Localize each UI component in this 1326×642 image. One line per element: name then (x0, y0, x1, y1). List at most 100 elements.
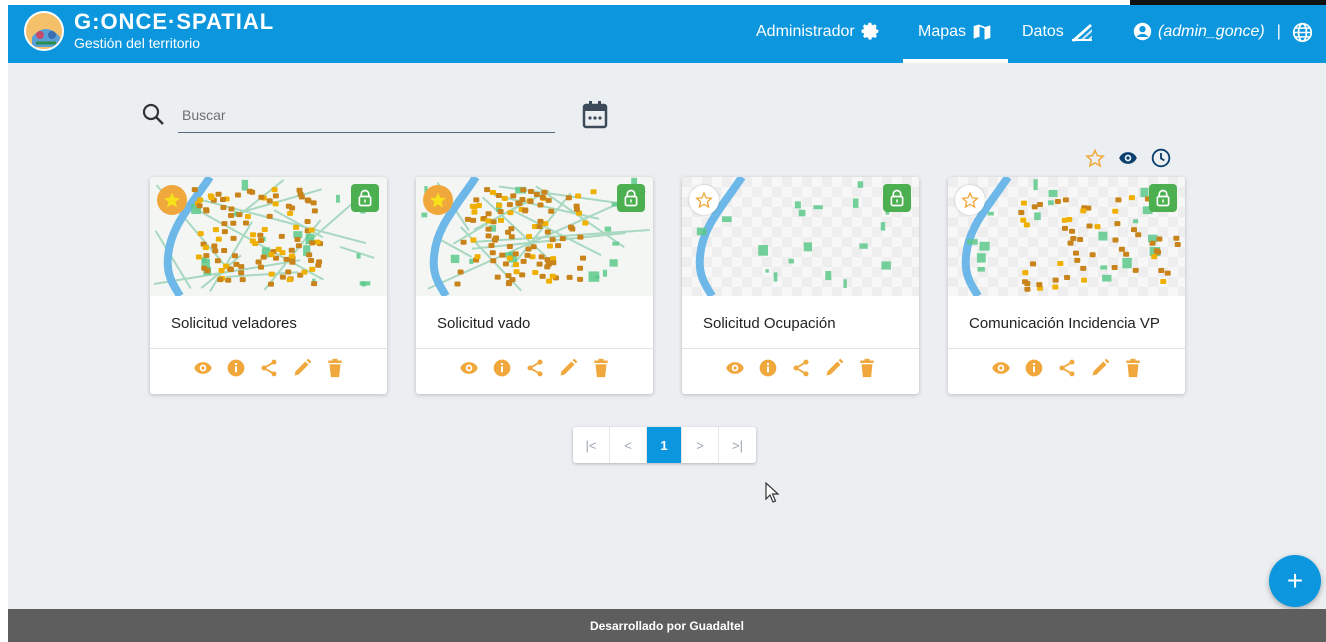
nav-maps-label: Mapas (918, 23, 967, 40)
star-outline-icon (695, 191, 713, 209)
card-actions (416, 357, 653, 379)
lock-badge (351, 184, 379, 212)
language-button[interactable] (1292, 22, 1313, 43)
search-icon (142, 103, 164, 125)
user-menu[interactable]: (admin_gonce) | (1133, 22, 1281, 41)
nav-admin[interactable]: Administrador (756, 22, 881, 42)
map-card[interactable]: Solicitud Ocupación (682, 177, 919, 394)
info-icon (492, 358, 512, 378)
favorite-toggle[interactable] (423, 185, 453, 215)
card-title[interactable]: Solicitud vado (437, 315, 530, 332)
share-icon (791, 358, 811, 378)
lock-badge (617, 184, 645, 212)
lock-badge (1149, 184, 1177, 212)
page-first-button[interactable]: |< (573, 427, 610, 463)
share-button[interactable] (524, 357, 546, 379)
eye-button[interactable] (724, 357, 746, 379)
card-actions (682, 357, 919, 379)
info-icon (226, 358, 246, 378)
nav-admin-label: Administrador (756, 23, 855, 40)
brand: G:ONCE·SPATIAL Gestión del territorio (74, 9, 274, 51)
share-button[interactable] (790, 357, 812, 379)
eye-button[interactable] (192, 357, 214, 379)
eye-icon (991, 358, 1011, 378)
mouse-cursor-icon (765, 482, 780, 503)
card-divider (682, 348, 919, 349)
trash-button[interactable] (856, 357, 878, 379)
card-title[interactable]: Solicitud veladores (171, 315, 297, 332)
card-title[interactable]: Solicitud Ocupación (703, 315, 836, 332)
pencil-button[interactable] (557, 357, 579, 379)
eye-icon (725, 358, 745, 378)
favorite-toggle[interactable] (689, 185, 719, 215)
page-prev-button[interactable]: < (610, 427, 647, 463)
card-title[interactable]: Comunicación Incidencia VP (969, 315, 1160, 332)
info-button[interactable] (757, 357, 779, 379)
pencil-icon (1090, 358, 1110, 378)
trash-icon (857, 358, 877, 378)
map-card[interactable]: Solicitud veladores (150, 177, 387, 394)
eye-button[interactable] (990, 357, 1012, 379)
trash-icon (325, 358, 345, 378)
app-logo-icon[interactable] (24, 11, 64, 51)
brand-name: G:ONCE·SPATIAL (74, 9, 275, 34)
eye-button[interactable] (458, 357, 480, 379)
favorite-toggle[interactable] (955, 185, 985, 215)
nav-active-indicator (903, 59, 1008, 63)
pencil-button[interactable] (1089, 357, 1111, 379)
trash-icon (591, 358, 611, 378)
card-actions (150, 357, 387, 379)
card-divider (150, 348, 387, 349)
pagination: |< < 1 > >| (573, 427, 756, 463)
share-button[interactable] (1056, 357, 1078, 379)
favorite-toggle[interactable] (157, 185, 187, 215)
top-header: G:ONCE·SPATIAL Gestión del territorio Ad… (8, 5, 1326, 63)
trash-icon (1123, 358, 1143, 378)
lock-icon (888, 189, 906, 207)
search-input[interactable] (178, 97, 555, 133)
star-filled-icon (163, 191, 181, 209)
map-card[interactable]: Solicitud vado (416, 177, 653, 394)
card-divider (416, 348, 653, 349)
map-icon (973, 24, 991, 40)
nav-maps[interactable]: Mapas (918, 22, 992, 42)
star-filled-icon (429, 191, 447, 209)
nav-data-label: Datos (1022, 23, 1064, 40)
page-last-button[interactable]: >| (719, 427, 756, 463)
app-frame: G:ONCE·SPATIAL Gestión del territorio Ad… (8, 5, 1326, 642)
info-button[interactable] (225, 357, 247, 379)
layers-data-icon (1071, 24, 1092, 42)
globe-icon (1292, 22, 1313, 43)
lock-icon (356, 189, 374, 207)
lock-badge (883, 184, 911, 212)
card-actions (948, 357, 1185, 379)
share-icon (259, 358, 279, 378)
nav-separator: | (1276, 22, 1281, 40)
add-map-button[interactable]: + (1269, 555, 1321, 607)
info-button[interactable] (491, 357, 513, 379)
page-next-button[interactable]: > (682, 427, 719, 463)
footer-text: Desarrollado por Guadaltel (589, 618, 745, 633)
trash-button[interactable] (324, 357, 346, 379)
trash-button[interactable] (1122, 357, 1144, 379)
clock-icon[interactable] (1151, 148, 1171, 168)
info-icon (1024, 358, 1044, 378)
share-icon (1057, 358, 1077, 378)
gear-icon (861, 22, 879, 40)
star-outline-icon[interactable] (1085, 148, 1105, 168)
calendar-icon[interactable] (581, 100, 609, 130)
eye-icon[interactable] (1117, 148, 1139, 168)
pencil-button[interactable] (291, 357, 313, 379)
page-current-button[interactable]: 1 (647, 427, 682, 463)
pencil-icon (558, 358, 578, 378)
nav-data[interactable]: Datos (1022, 22, 1094, 42)
map-card[interactable]: Comunicación Incidencia VP (948, 177, 1185, 394)
share-button[interactable] (258, 357, 280, 379)
info-button[interactable] (1023, 357, 1045, 379)
pencil-button[interactable] (823, 357, 845, 379)
eye-icon (459, 358, 479, 378)
lock-icon (622, 189, 640, 207)
pencil-icon (824, 358, 844, 378)
lock-icon (1154, 189, 1172, 207)
trash-button[interactable] (590, 357, 612, 379)
